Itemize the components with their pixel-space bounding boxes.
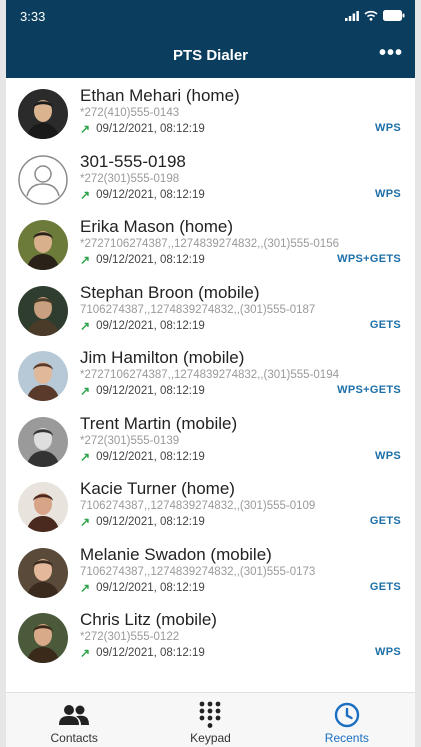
recent-call-row[interactable]: Kacie Turner (home) 7106274387,,127483927…: [6, 475, 415, 541]
call-info: ↗ 09/12/2021, 08:12:19: [80, 581, 205, 595]
recent-call-row[interactable]: Chris Litz (mobile) *272(301)555-0122 ↗ 09/…: [6, 606, 415, 672]
priority-badge: GETS: [369, 515, 401, 527]
tab-keypad[interactable]: Keypad: [142, 693, 278, 747]
tab-contacts-label: Contacts: [50, 731, 98, 745]
app-header: PTS Dialer •••: [6, 32, 415, 78]
outgoing-call-arrow-icon: ↗: [80, 646, 91, 660]
avatar: [18, 285, 68, 336]
outgoing-call-arrow-icon: ↗: [80, 187, 91, 202]
more-horizontal-icon[interactable]: •••: [379, 42, 403, 65]
call-datetime: 09/12/2021, 08:12:19: [96, 188, 205, 201]
clock-icon: [334, 699, 360, 731]
dialed-number: 7106274387,,1274839274832,,(301)555-0173: [80, 565, 316, 578]
contact-name: 301-555-0198: [80, 151, 186, 171]
outgoing-call-arrow-icon: ↗: [80, 515, 91, 529]
dialed-number: 7106274387,,1274839274832,,(301)555-0187: [80, 303, 316, 316]
dialed-number: *272(301)555-0198: [80, 172, 180, 185]
recent-call-row[interactable]: Stephan Broon (mobile) 7106274387,,127483…: [6, 279, 415, 345]
avatar-placeholder-icon: [18, 154, 68, 205]
outgoing-call-arrow-icon: ↗: [80, 449, 91, 464]
call-datetime: 09/12/2021, 08:12:19: [96, 581, 205, 594]
outgoing-call-arrow-icon: ↗: [80, 318, 91, 333]
recent-call-row[interactable]: Trent Martin (mobile) *272(301)555-0139 ↗ 0…: [6, 410, 415, 476]
avatar: [18, 89, 68, 139]
call-datetime: 09/12/2021, 08:12:19: [96, 385, 205, 397]
phone-screen: 3:33 PTS Dialer ••• Ethan Mehari (home) *…: [6, 0, 415, 747]
tab-recents[interactable]: Recents: [279, 693, 415, 747]
contact-name: Melanie Swadon (mobile): [80, 544, 272, 564]
outgoing-call-arrow-icon: ↗: [80, 122, 91, 136]
recent-call-row[interactable]: Erika Mason (home) *2727106274387,,127483…: [6, 213, 415, 279]
outgoing-call-arrow-icon: ↗: [80, 253, 91, 267]
avatar: [18, 482, 68, 532]
call-datetime: 09/12/2021, 08:12:19: [96, 516, 205, 528]
wifi-icon: [364, 9, 378, 24]
priority-badge: GETS: [369, 318, 401, 331]
contact-name: Kacie Turner (home): [80, 479, 235, 498]
tab-bar: Contacts Keypad Recents: [6, 692, 415, 747]
status-time: 3:33: [20, 8, 46, 24]
recent-call-row[interactable]: Ethan Mehari (home) *272(410)555-0143 ↗ 09/…: [6, 82, 415, 148]
call-info: ↗ 09/12/2021, 08:12:19: [80, 319, 205, 333]
tab-keypad-label: Keypad: [190, 731, 231, 745]
signal-icon: [345, 9, 359, 24]
priority-badge: WPS+GETS: [337, 384, 401, 396]
call-info: ↗ 09/12/2021, 08:12:19: [80, 122, 205, 136]
avatar: [18, 547, 68, 598]
page-title: PTS Dialer: [172, 46, 249, 64]
tab-contacts[interactable]: Contacts: [6, 693, 142, 747]
call-info: ↗ 09/12/2021, 08:12:19: [80, 384, 205, 398]
recent-call-row[interactable]: Melanie Swadon (mobile) 7106274387,,12748…: [6, 541, 415, 607]
status-bar: 3:33: [6, 0, 415, 32]
contact-name: Stephan Broon (mobile): [80, 282, 260, 302]
call-info: ↗ 09/12/2021, 08:12:19: [80, 253, 205, 267]
avatar: [18, 351, 68, 401]
dialed-number: *2727106274387,,1274839274832,,(301)555-…: [80, 369, 339, 381]
priority-badge: WPS: [375, 449, 401, 462]
contact-name: Trent Martin (mobile): [80, 413, 238, 433]
outgoing-call-arrow-icon: ↗: [80, 580, 91, 595]
dialed-number: *272(410)555-0143: [80, 107, 180, 119]
priority-badge: WPS+GETS: [337, 253, 401, 265]
priority-badge: WPS: [375, 646, 401, 658]
avatar: [18, 220, 68, 270]
outgoing-call-arrow-icon: ↗: [80, 384, 91, 398]
tab-recents-label: Recents: [324, 731, 369, 745]
avatar: [18, 613, 68, 663]
avatar: [18, 416, 68, 467]
call-datetime: 09/12/2021, 08:12:19: [96, 319, 205, 332]
call-info: ↗ 09/12/2021, 08:12:19: [80, 646, 205, 660]
keypad-icon: [199, 699, 221, 731]
battery-icon: [383, 9, 405, 24]
call-info: ↗ 09/12/2021, 08:12:19: [80, 450, 205, 464]
call-datetime: 09/12/2021, 08:12:19: [96, 123, 205, 135]
dialed-number: *2727106274387,,1274839274832,,(301)555-…: [80, 238, 339, 250]
call-datetime: 09/12/2021, 08:12:19: [96, 450, 205, 463]
recent-call-row[interactable]: Jim Hamilton (mobile) *2727106274387,,127…: [6, 344, 415, 410]
call-info: ↗ 09/12/2021, 08:12:19: [80, 515, 205, 529]
recents-list: Ethan Mehari (home) *272(410)555-0143 ↗ 09/…: [6, 82, 415, 693]
dialed-number: *272(301)555-0122: [80, 631, 180, 643]
contact-name: Erika Mason (home): [80, 217, 234, 236]
priority-badge: WPS: [375, 187, 401, 200]
status-icons: [345, 9, 405, 24]
call-info: ↗ 09/12/2021, 08:12:19: [80, 188, 205, 202]
dialed-number: 7106274387,,1274839274832,,(301)555-0109: [80, 500, 316, 512]
contact-name: Jim Hamilton (mobile): [80, 348, 245, 367]
contacts-icon: [59, 699, 90, 731]
recent-call-row[interactable]: 301-555-0198 *272(301)555-0198 ↗ 09/12/2021…: [6, 148, 415, 214]
contact-name: Chris Litz (mobile): [80, 610, 217, 629]
contact-name: Ethan Mehari (home): [80, 86, 240, 105]
dialed-number: *272(301)555-0139: [80, 434, 180, 447]
call-datetime: 09/12/2021, 08:12:19: [96, 647, 205, 659]
priority-badge: GETS: [369, 580, 401, 593]
call-datetime: 09/12/2021, 08:12:19: [96, 254, 205, 266]
priority-badge: WPS: [375, 122, 401, 134]
